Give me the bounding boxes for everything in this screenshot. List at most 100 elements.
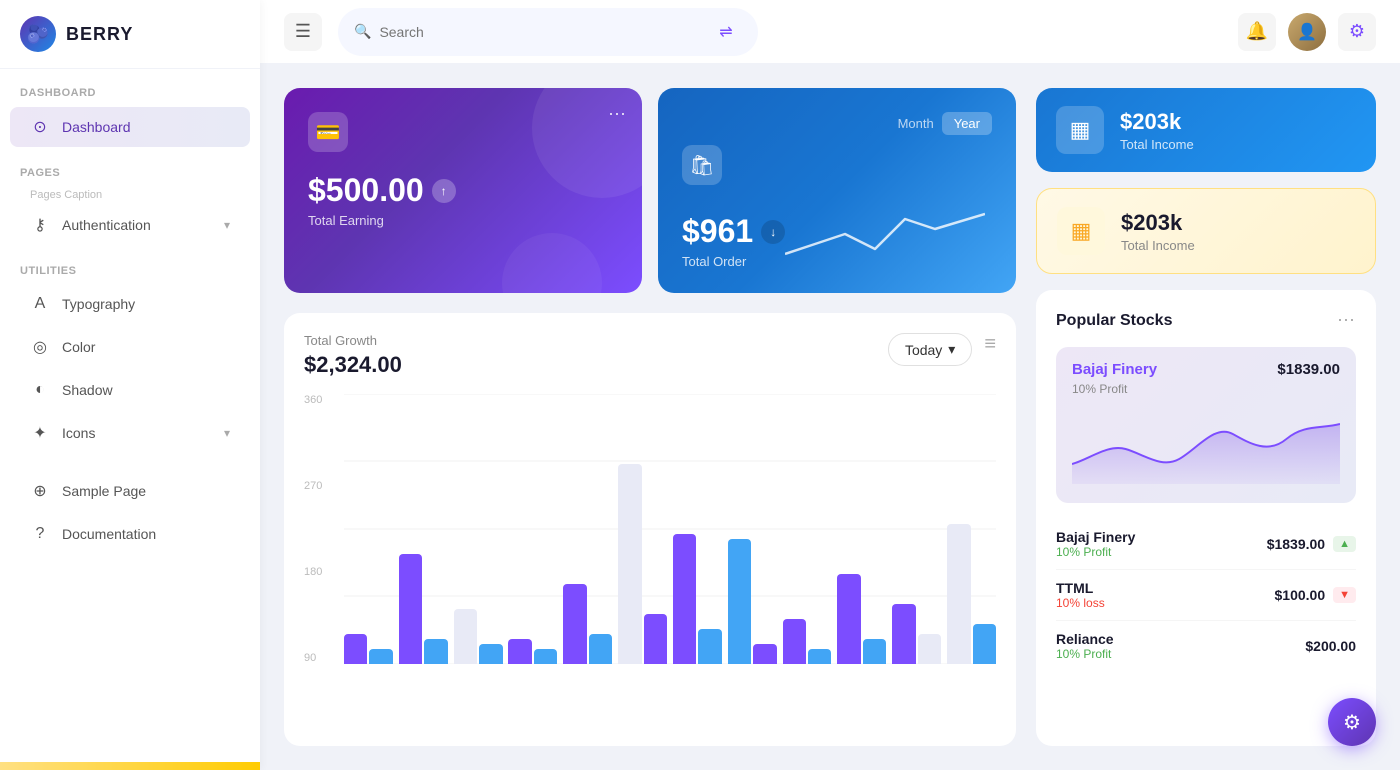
- earning-label: Total Earning: [308, 213, 618, 228]
- pages-caption: Pages Caption: [10, 185, 260, 203]
- section-utilities-label: Utilities: [0, 247, 260, 283]
- dropdown-chevron-icon: ▾: [948, 341, 955, 358]
- documentation-icon: ?: [30, 525, 50, 543]
- settings-button[interactable]: ⚙: [1338, 13, 1376, 51]
- typography-icon: A: [30, 295, 50, 313]
- stock-2-sub: 10% loss: [1056, 596, 1105, 610]
- income-card-blue: ▦ $203k Total Income: [1036, 88, 1376, 172]
- bar-group-9: [783, 394, 832, 664]
- earning-card: 💳 ⋯ $500.00 ↑ Total Earning: [284, 88, 642, 293]
- hamburger-button[interactable]: ☰: [284, 13, 322, 51]
- main-wrapper: ☰ 🔍 ⇌ 🔔 👤 ⚙ 💳 ⋯ $500.00 ↑: [260, 0, 1400, 770]
- chart-menu-icon[interactable]: ≡: [984, 333, 996, 356]
- tab-month[interactable]: Month: [898, 116, 934, 131]
- bar-group-11: [892, 394, 941, 664]
- avatar[interactable]: 👤: [1288, 13, 1326, 51]
- popular-stocks-card: Popular Stocks ⋯ Bajaj Finery $1839.00 1…: [1036, 290, 1376, 746]
- order-down-icon: ↓: [761, 220, 785, 244]
- dashboard-icon: ⊙: [30, 117, 50, 137]
- sidebar: 🫐 BERRY Dashboard ⊙ Dashboard Pages Page…: [0, 0, 260, 770]
- bar-group-12: [947, 394, 996, 664]
- fab-button[interactable]: ⚙: [1328, 698, 1376, 746]
- search-input[interactable]: [379, 24, 702, 40]
- section-dashboard-label: Dashboard: [0, 69, 260, 105]
- featured-stock-name: Bajaj Finery: [1072, 361, 1157, 378]
- sidebar-item-color[interactable]: ◎ Color: [10, 327, 250, 367]
- earning-amount: $500.00 ↑: [308, 172, 618, 209]
- icons-chevron-icon: ▾: [224, 426, 230, 440]
- stock-2-badge: ▼: [1333, 587, 1356, 603]
- sidebar-item-icons-label: Icons: [62, 425, 95, 441]
- chart-bars: [344, 394, 996, 664]
- app-name: BERRY: [66, 24, 133, 45]
- stock-list: Bajaj Finery 10% Profit $1839.00 ▲ TTML …: [1056, 519, 1356, 671]
- chart-amount: $2,324.00: [304, 352, 402, 378]
- stocks-menu-icon[interactable]: ⋯: [1337, 310, 1356, 331]
- sidebar-item-dashboard[interactable]: ⊙ Dashboard: [10, 107, 250, 147]
- sidebar-item-sample-page-label: Sample Page: [62, 483, 146, 499]
- topbar-right: 🔔 👤 ⚙: [1238, 13, 1376, 51]
- notification-button[interactable]: 🔔: [1238, 13, 1276, 51]
- featured-stock-price: $1839.00: [1277, 361, 1340, 378]
- earning-card-menu[interactable]: ⋯: [608, 104, 626, 125]
- chart-title: Total Growth: [304, 333, 402, 348]
- bar-group-5: [563, 394, 612, 664]
- earning-card-icon: 💳: [308, 112, 348, 152]
- fab-icon: ⚙: [1343, 710, 1361, 735]
- bar-group-8: [728, 394, 777, 664]
- bar-group-2: [399, 394, 448, 664]
- bar-group-4: [508, 394, 557, 664]
- sidebar-item-documentation-label: Documentation: [62, 526, 156, 542]
- order-bottom: $961 ↓ Total Order: [682, 193, 992, 269]
- sidebar-item-typography[interactable]: A Typography: [10, 285, 250, 323]
- stocks-header: Popular Stocks ⋯: [1056, 310, 1356, 331]
- stock-3-price: $200.00: [1305, 638, 1356, 654]
- section-pages-label: Pages: [0, 149, 260, 185]
- order-label: Total Order: [682, 254, 785, 269]
- stock-3-sub: 10% Profit: [1056, 647, 1114, 661]
- bar-group-7: [673, 394, 722, 664]
- featured-stock-chart: [1072, 404, 1340, 489]
- main-column: 💳 ⋯ $500.00 ↑ Total Earning Month Year: [284, 88, 1016, 746]
- stock-2-name: TTML: [1056, 580, 1105, 596]
- income-blue-label: Total Income: [1120, 137, 1194, 152]
- logo-icon: 🫐: [20, 16, 56, 52]
- color-icon: ◎: [30, 337, 50, 357]
- hamburger-icon: ☰: [295, 21, 311, 42]
- income-yellow-icon: ▦: [1057, 207, 1105, 255]
- today-button[interactable]: Today ▾: [888, 333, 972, 366]
- income-blue-icon: ▦: [1056, 106, 1104, 154]
- content-area: 💳 ⋯ $500.00 ↑ Total Earning Month Year: [260, 64, 1400, 770]
- income-card-yellow: ▦ $203k Total Income: [1036, 188, 1376, 274]
- income-yellow-label: Total Income: [1121, 238, 1195, 253]
- sidebar-item-shadow-label: Shadow: [62, 382, 113, 398]
- stock-1-sub: 10% Profit: [1056, 545, 1135, 559]
- sidebar-bottom-accent: [0, 762, 260, 770]
- bar-group-1: [344, 394, 393, 664]
- sidebar-item-documentation[interactable]: ? Documentation: [10, 515, 250, 553]
- tab-year[interactable]: Year: [942, 112, 992, 135]
- sidebar-item-typography-label: Typography: [62, 296, 135, 312]
- sidebar-item-sample-page[interactable]: ⊕ Sample Page: [10, 471, 250, 511]
- order-tab-row: Month Year: [682, 112, 992, 135]
- shadow-icon: ◐: [30, 381, 50, 399]
- sample-page-icon: ⊕: [30, 481, 50, 501]
- sidebar-item-dashboard-label: Dashboard: [62, 119, 131, 135]
- sidebar-item-icons[interactable]: ✦ Icons ▾: [10, 413, 250, 453]
- featured-stock-profit: 10% Profit: [1072, 382, 1340, 396]
- search-bar: 🔍 ⇌: [338, 8, 758, 56]
- order-amount: $961 ↓: [682, 213, 785, 250]
- chart-area: 360 270 180 90: [304, 394, 996, 694]
- icons-icon: ✦: [30, 423, 50, 443]
- income-blue-amount: $203k: [1120, 109, 1194, 135]
- stocks-title: Popular Stocks: [1056, 312, 1172, 330]
- filter-button[interactable]: ⇌: [710, 16, 742, 48]
- order-chart: [785, 199, 992, 269]
- y-axis-labels: 360 270 180 90: [304, 394, 322, 664]
- stock-1-name: Bajaj Finery: [1056, 529, 1135, 545]
- stock-1-price: $1839.00: [1267, 536, 1325, 552]
- earning-up-icon: ↑: [432, 179, 456, 203]
- sidebar-item-authentication[interactable]: ⚷ Authentication ▾: [10, 205, 250, 245]
- sidebar-item-shadow[interactable]: ◐ Shadow: [10, 371, 250, 409]
- sidebar-header: 🫐 BERRY: [0, 0, 260, 69]
